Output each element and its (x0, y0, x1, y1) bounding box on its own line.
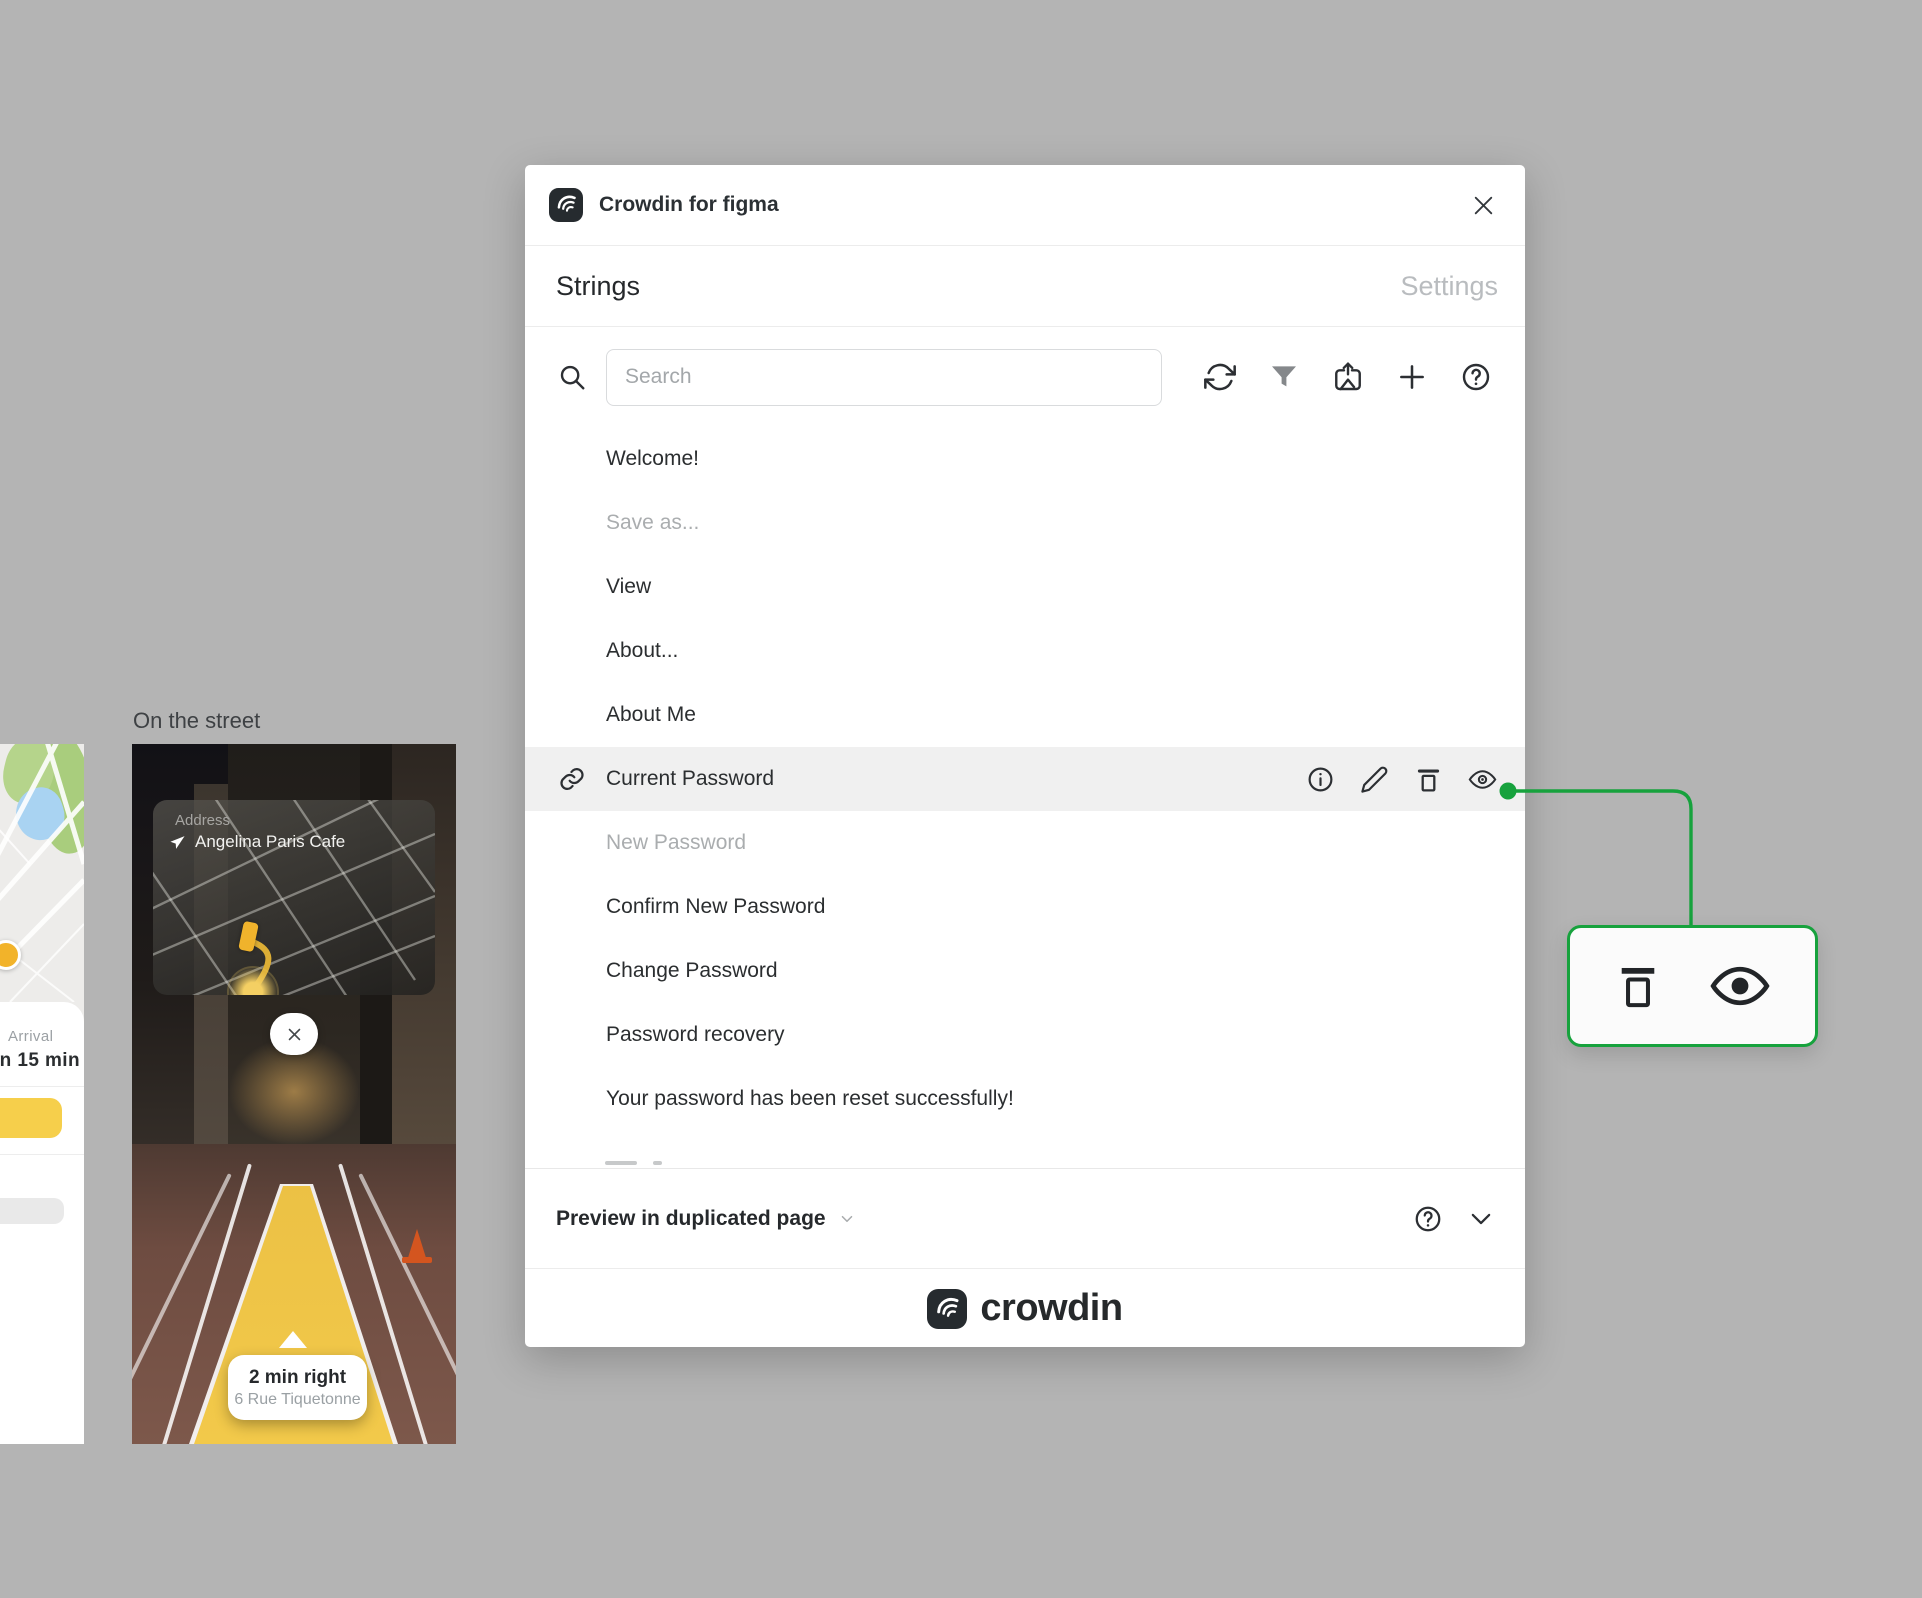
direction-card: 2 min right 6 Rue Tiquetonne (228, 1355, 367, 1420)
string-text: Welcome! (606, 447, 699, 470)
window-title: Crowdin for figma (599, 193, 779, 216)
arrival-label: Arrival (8, 1028, 54, 1045)
plugin-header: Crowdin for figma (525, 165, 1525, 246)
secondary-button[interactable] (0, 1198, 64, 1224)
preview-bar: Preview in duplicated page (525, 1168, 1525, 1268)
figma-canvas: On the street Arrival in 15 min Address … (0, 0, 1922, 1598)
artboard-street-phone: Address Angelina Paris Cafe 2 min right … (132, 744, 456, 1444)
plus-icon[interactable] (1396, 361, 1428, 393)
string-text: Your password has been reset successfull… (606, 1087, 1014, 1110)
string-text: Password recovery (606, 1023, 785, 1046)
close-icon (288, 1028, 300, 1040)
eye-icon[interactable] (1468, 765, 1497, 794)
crowdin-logo-icon (549, 188, 583, 222)
search-input[interactable] (606, 348, 1162, 406)
tab-strings[interactable]: Strings (556, 271, 640, 302)
plugin-tabs: Strings Settings (525, 246, 1525, 327)
trash-icon[interactable] (1414, 765, 1443, 794)
clipped-text (605, 1161, 637, 1165)
string-list-item[interactable]: New Password (525, 811, 1525, 875)
sync-icon[interactable] (1204, 361, 1236, 393)
chevron-down-icon[interactable] (838, 1210, 856, 1228)
traffic-cone (402, 1257, 432, 1263)
string-text: About... (606, 639, 679, 662)
preview-mode-label[interactable]: Preview in duplicated page (556, 1207, 826, 1231)
link-icon (558, 765, 586, 793)
export-image-icon[interactable] (1332, 361, 1364, 393)
map-area (0, 744, 84, 1002)
clipped-string-item (525, 1131, 1525, 1168)
string-text: Confirm New Password (606, 895, 826, 918)
artboard-map-phone: Arrival in 15 min (0, 744, 84, 1444)
string-list-item[interactable]: About... (525, 619, 1525, 683)
close-plugin-button[interactable] (1470, 192, 1497, 219)
clipped-text (653, 1161, 662, 1165)
divider (0, 1154, 84, 1155)
chevron-down-icon[interactable] (1467, 1205, 1495, 1233)
crowdin-plugin-window: Crowdin for figma Strings Settings Searc… (525, 165, 1525, 1347)
string-list-item[interactable]: View (525, 555, 1525, 619)
string-list-item[interactable]: Password recovery (525, 1003, 1525, 1067)
direction-primary: 2 min right (248, 1366, 347, 1388)
string-text: Current Password (606, 767, 775, 790)
primary-action-button[interactable] (0, 1098, 62, 1138)
string-list-item[interactable]: Welcome! (525, 427, 1525, 491)
frame-label-on-the-street[interactable]: On the street (133, 708, 260, 734)
close-icon (1474, 196, 1493, 215)
arrival-time: in 15 min (0, 1050, 80, 1071)
direction-secondary: 6 Rue Tiquetonne (234, 1390, 361, 1408)
crowdin-logo-icon (927, 1288, 968, 1329)
string-text: Change Password (606, 959, 778, 982)
help-icon[interactable] (1413, 1204, 1443, 1234)
string-text: Save as... (606, 511, 700, 534)
eye-icon[interactable] (1709, 965, 1771, 1007)
address-map-card: Address Angelina Paris Cafe (153, 800, 435, 995)
string-text: About Me (606, 703, 696, 726)
actions-callout (1567, 925, 1818, 1047)
string-list-item[interactable]: Confirm New Password (525, 875, 1525, 939)
string-list-item[interactable]: Change Password (525, 939, 1525, 1003)
crowdin-brand-footer: crowdin (525, 1268, 1525, 1348)
strings-list: Welcome! Save as... View About... About … (525, 427, 1525, 1168)
search-icon (560, 365, 585, 390)
filter-icon[interactable] (1268, 361, 1300, 393)
close-navigation-button[interactable] (270, 1013, 318, 1055)
tab-settings[interactable]: Settings (1400, 271, 1498, 302)
edit-icon[interactable] (1360, 765, 1389, 794)
strings-toolbar (525, 327, 1525, 427)
divider (0, 1086, 84, 1087)
info-icon[interactable] (1306, 765, 1335, 794)
help-icon[interactable] (1460, 361, 1492, 393)
crowdin-wordmark: crowdin (980, 1287, 1123, 1329)
route-line (250, 939, 272, 989)
string-list-item[interactable]: Current Password (525, 747, 1525, 811)
direction-arrow (279, 1331, 307, 1348)
string-list-item[interactable]: About Me (525, 683, 1525, 747)
string-text: View (606, 575, 652, 598)
trash-icon[interactable] (1615, 960, 1661, 1012)
string-list-item[interactable]: Save as... (525, 491, 1525, 555)
string-text: New Password (606, 831, 747, 854)
ride-bottom-sheet: Arrival in 15 min (0, 1002, 84, 1444)
string-list-item[interactable]: Your password has been reset successfull… (525, 1067, 1525, 1131)
